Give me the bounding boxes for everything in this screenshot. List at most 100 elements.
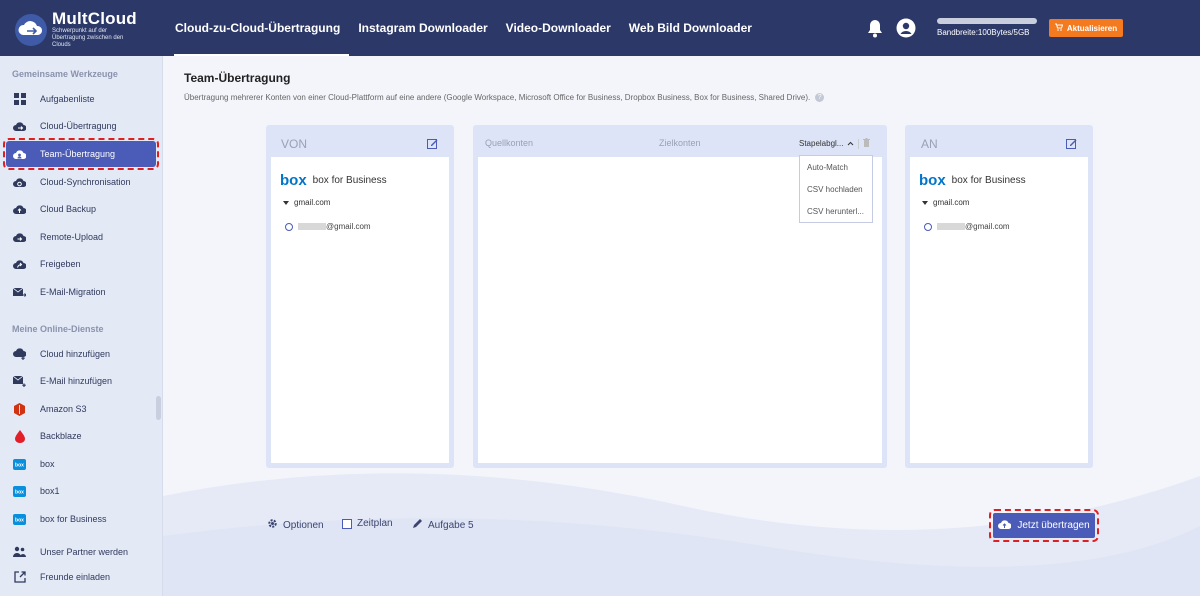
sidebar-item-backblaze[interactable]: Backblaze	[6, 423, 156, 449]
box-icon: box	[13, 458, 26, 471]
nav-video-downloader[interactable]: Video-Downloader	[497, 0, 620, 56]
sidebar-item-cloud-sync[interactable]: Cloud-Synchronisation	[6, 169, 156, 195]
account-radio[interactable]	[285, 222, 293, 231]
transfer-now-button[interactable]: Jetzt übertragen	[989, 509, 1099, 542]
sidebar-item-share[interactable]: Freigeben	[6, 251, 156, 277]
page-description: Übertragung mehrerer Konten von einer Cl…	[184, 93, 825, 102]
svg-text:box: box	[15, 462, 24, 468]
from-domain: gmail.com	[294, 198, 331, 207]
task-name[interactable]: Aufgabe 5	[412, 518, 474, 532]
schedule-toggle[interactable]: Zeitplan	[342, 518, 393, 529]
bandwidth-bar	[937, 18, 1037, 24]
sidebar-item-label: box	[40, 459, 55, 469]
to-domain-row[interactable]: gmail.com	[922, 198, 969, 207]
remote-upload-icon	[13, 231, 26, 244]
divider	[858, 138, 860, 149]
from-account-row[interactable]: @gmail.com	[285, 222, 371, 231]
menu-item-auto-match[interactable]: Auto-Match	[800, 156, 872, 178]
to-domain: gmail.com	[933, 198, 970, 207]
sidebar-item-remote-upload[interactable]: Remote-Upload	[6, 224, 156, 250]
upgrade-button[interactable]: Aktualisieren	[1049, 19, 1123, 37]
from-list: box box for Business gmail.com @gmail.co…	[271, 157, 449, 463]
cloud-transfer-icon	[13, 120, 26, 133]
pencil-icon	[412, 518, 423, 532]
sidebar-item-box-for-business[interactable]: box box for Business	[6, 506, 156, 532]
logo-subtitle: Schwerpunkt auf der Übertragung zwischen…	[52, 28, 124, 48]
chevron-up-icon	[847, 139, 854, 148]
sidebar-item-task-list[interactable]: Aufgabenliste	[6, 86, 156, 112]
sidebar-item-label: Freunde einladen	[40, 572, 111, 582]
to-heading: AN	[921, 137, 938, 151]
sidebar-item-box1[interactable]: box box1	[6, 478, 156, 504]
help-icon[interactable]: ?	[815, 93, 825, 102]
sidebar-item-become-partner[interactable]: Unser Partner werden	[6, 539, 156, 565]
sidebar: Gemeinsame Werkzeuge Aufgabenliste Cloud…	[0, 56, 163, 596]
sidebar-item-invite-friends[interactable]: Freunde einladen	[6, 564, 156, 590]
top-nav: Cloud-zu-Cloud-Übertragung Instagram Dow…	[166, 0, 761, 56]
account-radio[interactable]	[924, 222, 932, 231]
sidebar-item-label: Cloud-Übertragung	[40, 121, 117, 131]
section-common-tools: Gemeinsame Werkzeuge	[12, 69, 118, 79]
sidebar-item-add-cloud[interactable]: Cloud hinzufügen	[6, 341, 156, 367]
sidebar-scrollbar[interactable]	[156, 396, 161, 420]
bell-icon[interactable]	[866, 18, 884, 38]
schedule-checkbox[interactable]	[342, 518, 352, 529]
cart-icon	[1054, 23, 1064, 33]
sidebar-item-label: Unser Partner werden	[40, 547, 129, 557]
schedule-label: Zeitplan	[357, 518, 393, 529]
sidebar-item-box[interactable]: box box	[6, 451, 156, 477]
to-account-row[interactable]: @gmail.com	[924, 222, 1010, 231]
from-domain-row[interactable]: gmail.com	[283, 198, 330, 207]
edit-icon[interactable]	[427, 138, 438, 149]
logo-title: MultCloud	[52, 9, 137, 28]
to-cloud-brand: box box for Business	[919, 172, 1026, 189]
from-heading: VON	[281, 137, 308, 151]
partner-icon	[13, 546, 26, 559]
logo[interactable]: MultCloud Schwerpunkt auf der Übertragun…	[14, 10, 142, 49]
svg-text:box: box	[15, 517, 24, 523]
menu-item-upload-csv[interactable]: CSV hochladen	[800, 178, 872, 200]
sidebar-item-cloud-backup[interactable]: Cloud Backup	[6, 196, 156, 222]
amazon-s3-icon	[13, 402, 26, 416]
caret-down-icon	[283, 200, 289, 205]
user-avatar-icon[interactable]	[896, 18, 916, 38]
main-content: Team-Übertragung Übertragung mehrerer Ko…	[163, 56, 1200, 596]
mapping-panel: Quellkonten Zielkonten Stapelabgl... Aut…	[473, 125, 887, 468]
sidebar-item-label: Amazon S3	[40, 404, 87, 414]
trash-icon[interactable]	[863, 138, 871, 149]
grid-icon	[13, 93, 26, 106]
top-header: MultCloud Schwerpunkt auf der Übertragun…	[0, 0, 1200, 56]
redacted-username	[298, 223, 326, 230]
team-transfer-icon	[13, 148, 26, 161]
edit-icon[interactable]	[1066, 138, 1077, 149]
cloud-sync-icon	[13, 176, 26, 189]
sidebar-item-email-migration[interactable]: E-Mail-Migration	[6, 279, 156, 305]
nav-instagram-downloader[interactable]: Instagram Downloader	[349, 0, 496, 56]
sidebar-item-cloud-transfer[interactable]: Cloud-Übertragung	[6, 113, 156, 139]
from-account-email: @gmail.com	[326, 222, 371, 231]
cloud-backup-icon	[13, 203, 26, 216]
to-account-email: @gmail.com	[965, 222, 1010, 231]
sidebar-item-label: Aufgabenliste	[40, 94, 95, 104]
sidebar-item-label: Cloud hinzufügen	[40, 349, 111, 359]
sidebar-item-label: box1	[40, 486, 60, 496]
menu-item-download-csv[interactable]: CSV herunterl...	[800, 200, 872, 222]
nav-cloud-transfer[interactable]: Cloud-zu-Cloud-Übertragung	[166, 0, 350, 56]
email-add-icon	[13, 375, 26, 388]
sidebar-item-team-transfer[interactable]: Team-Übertragung	[3, 138, 159, 170]
box-icon: box	[13, 485, 26, 498]
batch-match-dropdown[interactable]: Stapelabgl...	[799, 138, 871, 149]
sidebar-item-label: E-Mail hinzufügen	[40, 376, 113, 386]
sidebar-item-amazon-s3[interactable]: Amazon S3	[6, 396, 156, 422]
options-button[interactable]: Optionen	[267, 518, 324, 532]
sidebar-item-label: Cloud Backup	[40, 204, 97, 214]
source-accounts-header: Quellkonten	[485, 138, 534, 148]
from-cloud-brand: box box for Business	[280, 172, 387, 189]
section-online-services: Meine Online-Dienste	[12, 324, 104, 334]
sidebar-item-add-email[interactable]: E-Mail hinzufügen	[6, 368, 156, 394]
cloud-add-icon	[13, 348, 26, 361]
sidebar-item-label: Team-Übertragung	[40, 149, 116, 159]
nav-web-image-downloader[interactable]: Web Bild Downloader	[620, 0, 761, 56]
sidebar-item-label: Remote-Upload	[40, 232, 104, 242]
batch-match-label: Stapelabgl...	[799, 139, 844, 148]
